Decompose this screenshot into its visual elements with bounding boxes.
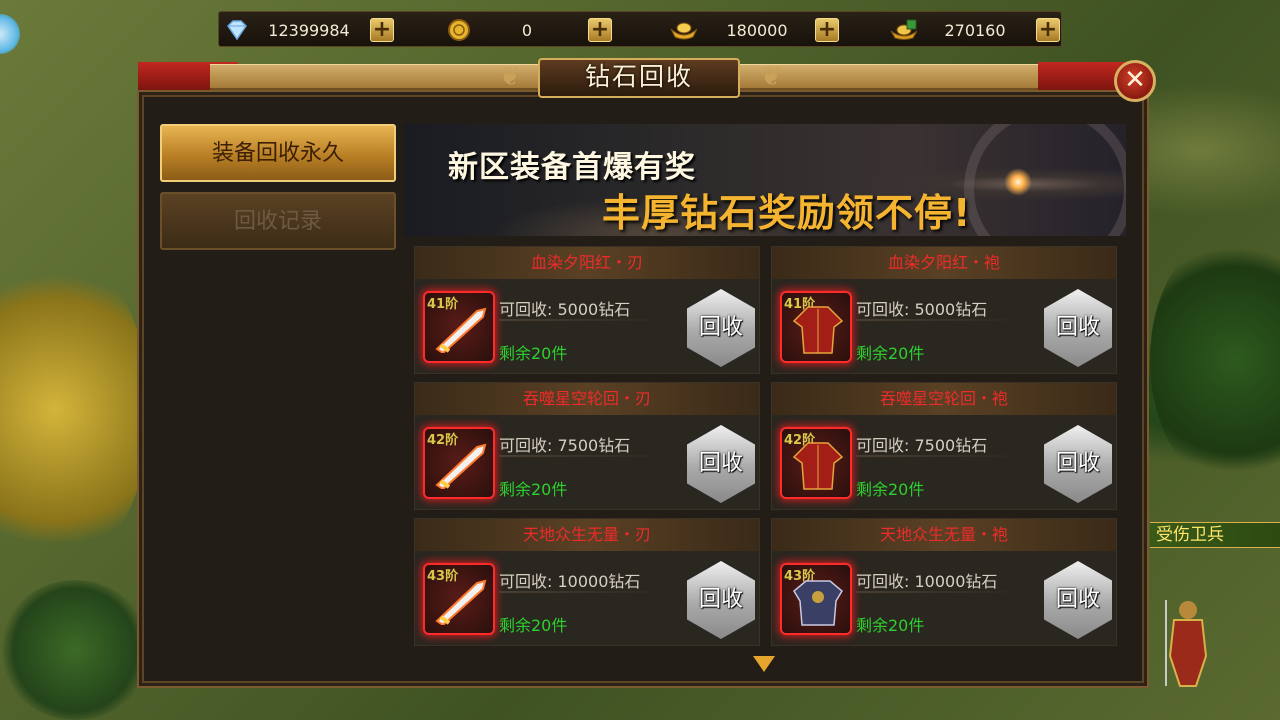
recycle-button[interactable]: 回收 xyxy=(687,425,755,503)
tab-recycle-history[interactable]: 回收记录 xyxy=(160,192,396,250)
item-stock: 剩余20件 xyxy=(499,480,568,499)
recycle-button[interactable]: 回收 xyxy=(687,289,755,367)
item-name: 天地众生无量・袍 xyxy=(772,519,1116,551)
add-gold-button[interactable]: + xyxy=(588,18,612,42)
close-button[interactable]: ✕ xyxy=(1114,60,1156,102)
currency-gold: 0 + xyxy=(445,12,645,48)
recycle-item-card: 天地众生无量・袍 43阶 可回收: 10000钻石 剩余20件 回收 xyxy=(771,518,1117,646)
banner-decoration xyxy=(964,124,1126,236)
recycle-button[interactable]: 回收 xyxy=(1044,561,1112,639)
promo-banner: 新区装备首爆有奖 丰厚钻石奖励领不停! xyxy=(404,124,1126,236)
shrub xyxy=(0,580,150,720)
bound-ingot-amount: 270160 xyxy=(944,21,1006,40)
add-ingot-button[interactable]: + xyxy=(815,18,839,42)
item-slot[interactable]: 42阶 xyxy=(423,427,495,499)
recycle-item-card: 血染夕阳红・袍 41阶 可回收: 5000钻石 剩余20件 回收 xyxy=(771,246,1117,374)
recycle-button-label: 回收 xyxy=(1055,587,1100,612)
recycle-item-list: 血染夕阳红・刃 41阶 可回收: 5000钻石 剩余20件 回收 血染夕阳红・袍 41阶 可回… xyxy=(414,246,1118,656)
item-stock: 剩余20件 xyxy=(499,616,568,635)
recycle-item-card: 天地众生无量・刃 43阶 可回收: 10000钻石 剩余20件 回收 xyxy=(414,518,760,646)
item-stock: 剩余20件 xyxy=(499,344,568,363)
recycle-button-label: 回收 xyxy=(1055,451,1100,476)
panel-title: 钻石回收 xyxy=(584,62,693,91)
item-stock: 剩余20件 xyxy=(856,616,925,635)
currency-bound-ingot: 270160 + xyxy=(889,12,1089,48)
item-name: 吞噬星空轮回・袍 xyxy=(772,383,1116,415)
panel-title-plate: 钻石回收 xyxy=(538,58,740,98)
npc-guard-figure[interactable] xyxy=(1162,596,1214,688)
banner-headline: 新区装备首爆有奖 xyxy=(448,150,696,185)
ingot-amount: 180000 xyxy=(726,21,788,40)
divider xyxy=(856,455,1026,457)
gold-amount: 0 xyxy=(521,21,533,40)
recycle-button-label: 回收 xyxy=(698,451,743,476)
item-price: 可回收: 5000钻石 xyxy=(499,300,631,319)
item-price: 可回收: 5000钻石 xyxy=(856,300,988,319)
dragon-ornament-icon: ❦ xyxy=(499,62,521,92)
divider xyxy=(856,591,1026,593)
item-stock: 剩余20件 xyxy=(856,344,925,363)
item-price: 可回收: 10000钻石 xyxy=(499,572,641,591)
item-slot[interactable]: 43阶 xyxy=(780,563,852,635)
currency-bar: 12399984 + 0 + 180000 + 270160 + xyxy=(218,11,1062,47)
item-price: 可回收: 10000钻石 xyxy=(856,572,998,591)
item-name: 吞噬星空轮回・刃 xyxy=(415,383,759,415)
item-name: 天地众生无量・刃 xyxy=(415,519,759,551)
panel-titlebar: ❦ ❦ 钻石回收 xyxy=(120,58,1160,102)
recycle-item-card: 血染夕阳红・刃 41阶 可回收: 5000钻石 剩余20件 回收 xyxy=(414,246,760,374)
sparkle-icon xyxy=(1004,168,1032,196)
recycle-button[interactable]: 回收 xyxy=(1044,289,1112,367)
recycle-button-label: 回收 xyxy=(1055,315,1100,340)
item-slot[interactable]: 43阶 xyxy=(423,563,495,635)
divider xyxy=(499,455,669,457)
currency-ingot: 180000 + xyxy=(669,12,869,48)
divider xyxy=(499,591,669,593)
scroll-down-arrow-icon[interactable] xyxy=(753,656,775,672)
recycle-button-label: 回收 xyxy=(698,315,743,340)
tree-foliage xyxy=(1150,230,1280,490)
item-price: 可回收: 7500钻石 xyxy=(856,436,988,455)
tree-foliage xyxy=(0,250,150,570)
item-name: 血染夕阳红・袍 xyxy=(772,247,1116,279)
diamond-amount: 12399984 xyxy=(268,21,350,40)
add-bound-ingot-button[interactable]: + xyxy=(1036,18,1060,42)
add-diamond-button[interactable]: + xyxy=(370,18,394,42)
recycle-item-card: 吞噬星空轮回・刃 42阶 可回收: 7500钻石 剩余20件 回收 xyxy=(414,382,760,510)
divider xyxy=(499,319,669,321)
currency-diamond: 12399984 + xyxy=(223,12,423,48)
item-slot[interactable]: 41阶 xyxy=(780,291,852,363)
item-name: 血染夕阳红・刃 xyxy=(415,247,759,279)
game-scene: 12399984 + 0 + 180000 + 270160 + ❦ ❦ 钻石回… xyxy=(0,0,1280,720)
recycle-button[interactable]: 回收 xyxy=(687,561,755,639)
close-icon: ✕ xyxy=(1124,65,1146,95)
item-price: 可回收: 7500钻石 xyxy=(499,436,631,455)
recycle-button[interactable]: 回收 xyxy=(1044,425,1112,503)
recycle-button-label: 回收 xyxy=(698,587,743,612)
recycle-item-card: 吞噬星空轮回・袍 42阶 可回收: 7500钻石 剩余20件 回收 xyxy=(771,382,1117,510)
item-slot[interactable]: 41阶 xyxy=(423,291,495,363)
tab-equipment-recycle[interactable]: 装备回收永久 xyxy=(160,124,396,182)
divider xyxy=(856,319,1026,321)
item-slot[interactable]: 42阶 xyxy=(780,427,852,499)
item-stock: 剩余20件 xyxy=(856,480,925,499)
side-menu: 装备回收永久 回收记录 xyxy=(160,124,396,260)
banner-subheadline: 丰厚钻石奖励领不停! xyxy=(602,191,972,235)
player-status-icon[interactable] xyxy=(0,14,20,54)
npc-name-label: 受伤卫兵 xyxy=(1150,522,1280,548)
dragon-ornament-icon: ❦ xyxy=(760,62,782,92)
